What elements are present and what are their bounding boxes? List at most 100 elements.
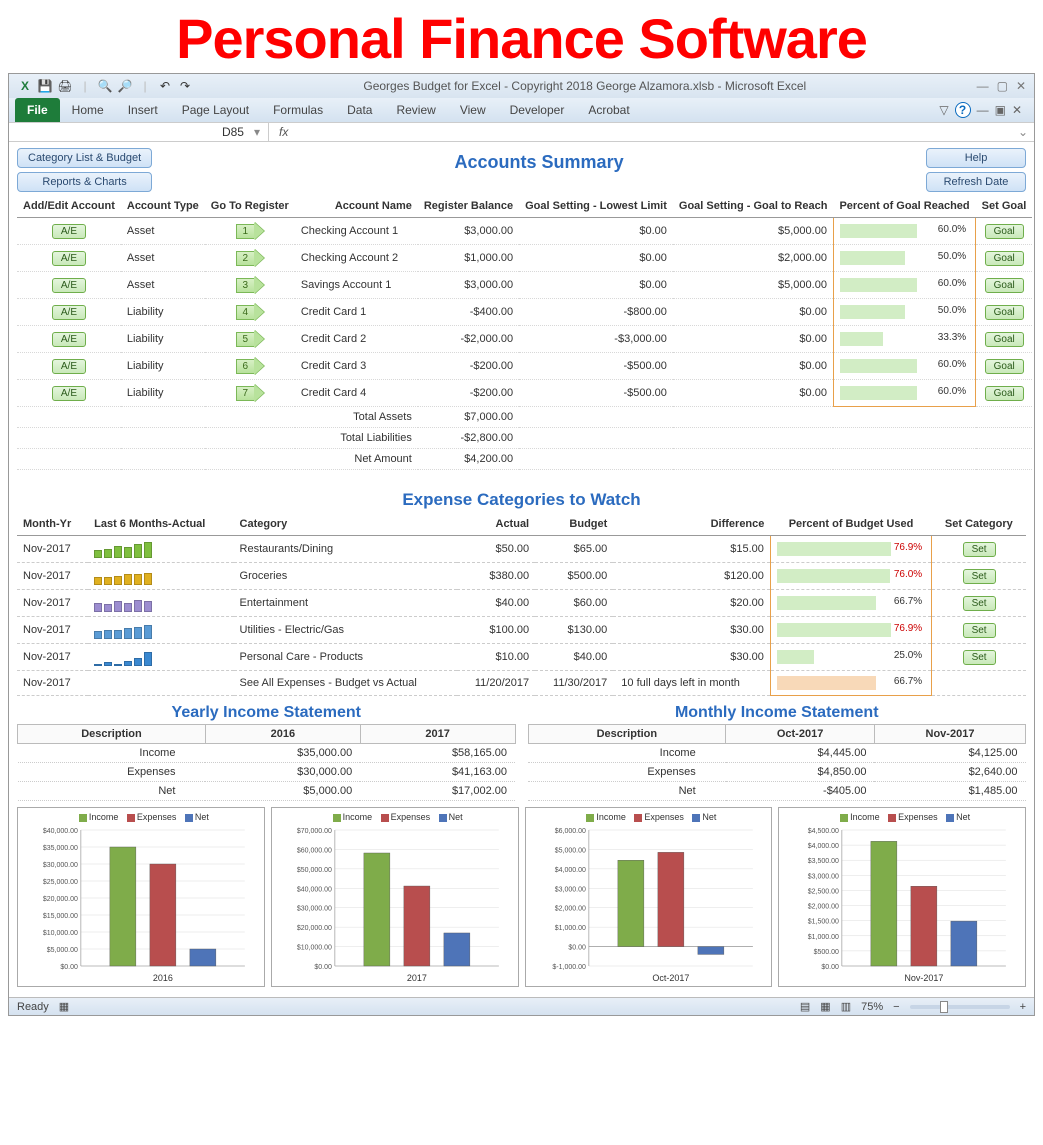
register-balance: -$400.00: [418, 299, 519, 326]
maximize-icon[interactable]: ▢: [997, 79, 1008, 93]
col-month: Month-Yr: [17, 514, 88, 536]
account-type: Liability: [121, 326, 205, 353]
goto-register-button[interactable]: 1: [236, 222, 265, 240]
minimize-icon[interactable]: —: [977, 79, 989, 93]
namebox-dropdown-icon[interactable]: ▾: [254, 125, 260, 139]
expense-budget: $130.00: [535, 617, 613, 644]
page-banner: Personal Finance Software: [0, 0, 1043, 73]
zoom-out-icon[interactable]: −: [893, 1001, 899, 1013]
fx-icon[interactable]: fx: [269, 125, 298, 139]
reports-charts-button[interactable]: Reports & Charts: [17, 172, 152, 192]
set-button[interactable]: Set: [963, 569, 996, 584]
goal-button[interactable]: Goal: [985, 386, 1024, 401]
goto-register-button[interactable]: 5: [236, 330, 265, 348]
goto-register-button[interactable]: 4: [236, 303, 265, 321]
total-value: $4,200.00: [418, 449, 519, 470]
status-ready: Ready: [17, 1001, 49, 1013]
stmt-c2: $17,002.00: [360, 782, 515, 801]
svg-text:Oct-2017: Oct-2017: [652, 973, 689, 983]
macro-record-icon[interactable]: ▦: [59, 1000, 69, 1013]
svg-text:$50,000.00: $50,000.00: [297, 867, 332, 874]
print-icon[interactable]: 🖨: [57, 78, 73, 94]
category-budget-button[interactable]: Category List & Budget: [17, 148, 152, 168]
svg-text:$0.00: $0.00: [60, 964, 78, 971]
tab-insert[interactable]: Insert: [116, 98, 170, 122]
doc-close-icon[interactable]: ✕: [1012, 103, 1022, 117]
goto-register-button[interactable]: 6: [236, 357, 265, 375]
refresh-date-button[interactable]: Refresh Date: [926, 172, 1026, 192]
tab-home[interactable]: Home: [60, 98, 116, 122]
close-icon[interactable]: ✕: [1016, 79, 1026, 93]
name-box[interactable]: D85: [222, 125, 244, 139]
goal-button[interactable]: Goal: [985, 305, 1024, 320]
view-layout-icon[interactable]: ▦: [820, 1000, 830, 1013]
svg-text:$10,000.00: $10,000.00: [43, 930, 78, 937]
tab-formulas[interactable]: Formulas: [261, 98, 335, 122]
add-edit-button[interactable]: A/E: [52, 359, 86, 374]
formula-expand-icon[interactable]: ⌄: [1012, 125, 1034, 139]
tab-view[interactable]: View: [448, 98, 498, 122]
tab-developer[interactable]: Developer: [498, 98, 577, 122]
yearly-c1-hdr: 2016: [205, 725, 360, 744]
tab-file[interactable]: File: [15, 98, 60, 122]
set-button[interactable]: Set: [963, 650, 996, 665]
save-icon[interactable]: 💾: [37, 78, 53, 94]
goto-register-button[interactable]: 3: [236, 276, 265, 294]
expense-month: Nov-2017: [17, 617, 88, 644]
doc-restore-icon[interactable]: ▣: [995, 103, 1006, 117]
svg-text:$0.00: $0.00: [314, 964, 332, 971]
add-edit-button[interactable]: A/E: [52, 386, 86, 401]
help-button[interactable]: Help: [926, 148, 1026, 168]
svg-text:$4,000.00: $4,000.00: [554, 867, 585, 874]
chart-box: Income Expenses Net $0.00$500.00$1,000.0…: [778, 807, 1026, 987]
set-button[interactable]: Set: [963, 596, 996, 611]
add-edit-button[interactable]: A/E: [52, 305, 86, 320]
view-break-icon[interactable]: ▥: [841, 1000, 851, 1013]
account-type: Asset: [121, 218, 205, 245]
stmt-c2: $58,165.00: [360, 744, 515, 763]
goal-to-reach: $5,000.00: [673, 218, 834, 245]
expense-month: Nov-2017: [17, 590, 88, 617]
goal-button[interactable]: Goal: [985, 224, 1024, 239]
zoom-slider[interactable]: [910, 1005, 1010, 1009]
goal-button[interactable]: Goal: [985, 332, 1024, 347]
ribbon-help-icon[interactable]: ?: [955, 102, 971, 118]
account-type: Asset: [121, 272, 205, 299]
svg-text:$70,000.00: $70,000.00: [297, 828, 332, 835]
goal-button[interactable]: Goal: [985, 278, 1024, 293]
add-edit-button[interactable]: A/E: [52, 224, 86, 239]
lowest-limit: $0.00: [519, 245, 673, 272]
tab-review[interactable]: Review: [384, 98, 447, 122]
zoom-in-icon[interactable]: +: [1020, 1001, 1026, 1013]
goal-button[interactable]: Goal: [985, 251, 1024, 266]
goal-to-reach: $2,000.00: [673, 245, 834, 272]
find-icon[interactable]: 🔍: [97, 78, 113, 94]
goal-button[interactable]: Goal: [985, 359, 1024, 374]
redo-icon[interactable]: ↷: [177, 78, 193, 94]
add-edit-button[interactable]: A/E: [52, 251, 86, 266]
doc-min-icon[interactable]: —: [977, 103, 989, 117]
stmt-desc: Income: [18, 744, 206, 763]
total-label: Total Liabilities: [295, 428, 418, 449]
add-edit-button[interactable]: A/E: [52, 278, 86, 293]
undo-icon[interactable]: ↶: [157, 78, 173, 94]
set-button[interactable]: Set: [963, 623, 996, 638]
svg-text:$3,000.00: $3,000.00: [808, 874, 839, 881]
goto-register-button[interactable]: 7: [236, 384, 265, 402]
svg-text:$40,000.00: $40,000.00: [43, 828, 78, 835]
add-edit-button[interactable]: A/E: [52, 332, 86, 347]
percent-goal-bar: 60.0%: [840, 385, 969, 401]
expense-month: Nov-2017: [17, 536, 88, 563]
tab-data[interactable]: Data: [335, 98, 384, 122]
set-button[interactable]: Set: [963, 542, 996, 557]
view-normal-icon[interactable]: ▤: [800, 1000, 810, 1013]
expense-budget: $40.00: [535, 644, 613, 671]
expense-month: Nov-2017: [17, 644, 88, 671]
goto-register-button[interactable]: 2: [236, 249, 265, 267]
replace-icon[interactable]: 🔎: [117, 78, 133, 94]
svg-text:$5,000.00: $5,000.00: [47, 947, 78, 954]
tab-page-layout[interactable]: Page Layout: [170, 98, 261, 122]
ribbon-min-icon[interactable]: ▽: [939, 103, 948, 117]
tab-acrobat[interactable]: Acrobat: [576, 98, 641, 122]
stmt-c2: $4,125.00: [874, 744, 1025, 763]
